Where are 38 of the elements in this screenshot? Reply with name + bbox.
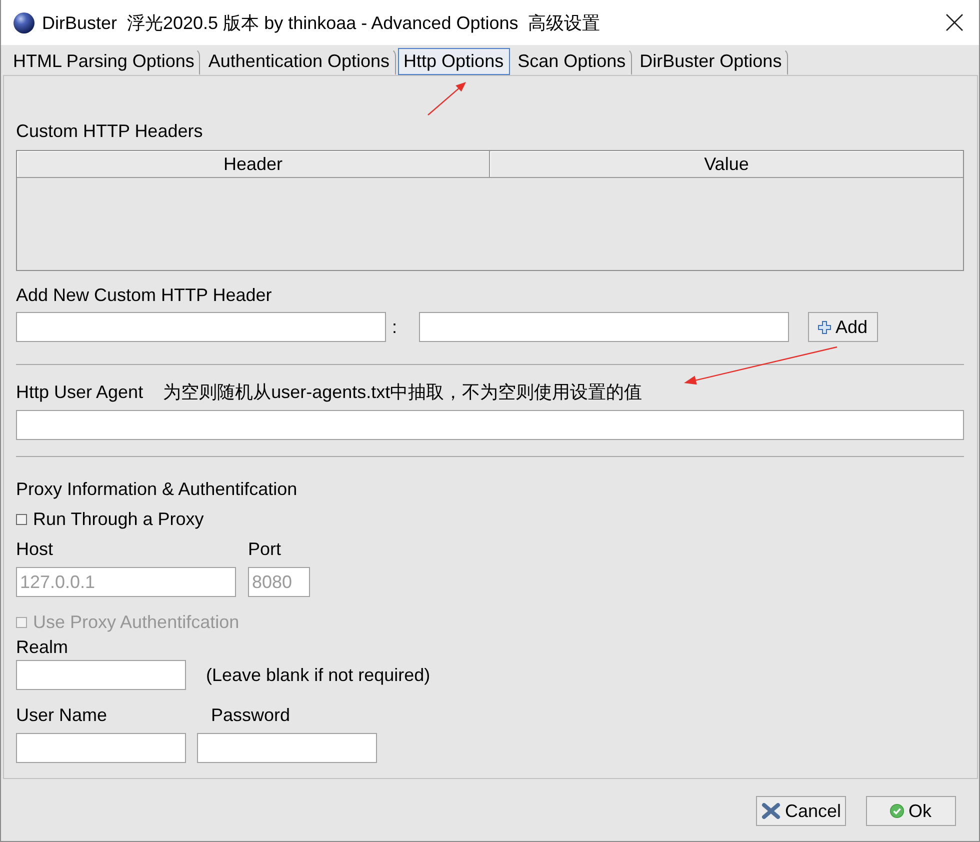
password-field[interactable] [197,733,377,763]
tab[interactable]: Http Options [398,48,510,75]
user-agent-label: Http User Agent [16,381,144,403]
cancel-button[interactable]: Cancel [756,796,846,826]
check-circle-icon [890,804,904,818]
port-label: Port [248,538,282,560]
section-title: Custom HTTP Headers [16,120,204,142]
checkbox-label: Run Through a Proxy [33,508,204,530]
user-agent-hint: 为空则随机从user-agents.txt中抽取，不为空则使用设置的值 [163,381,642,403]
password-label: Password [211,704,290,726]
column-header: Value [490,151,963,178]
host-label: Host [16,538,54,560]
header-name-field[interactable] [16,312,386,342]
user-agent-field[interactable] [16,410,964,440]
section-title: Proxy Information & Authentifcation [16,478,298,500]
user-name-field[interactable] [16,733,186,763]
realm-label: Realm [16,636,70,658]
add-button[interactable]: Add [808,312,878,342]
plus-icon [818,320,832,334]
ok-button[interactable]: Ok [866,796,956,826]
tab[interactable]: HTML Parsing Options [7,48,200,75]
globe-icon [13,12,35,34]
checkbox[interactable] [16,514,27,524]
close-icon[interactable] [946,14,963,31]
close-icon [760,803,781,819]
window-title: DirBuster 浮光2020.5 版本 by thinkoaa - Advanced Options 高级设置 [42,12,600,34]
annotation-arrow [428,82,466,116]
checkbox-label: Use Proxy Authentifcation [33,611,240,633]
tab[interactable]: Scan Options [512,48,632,75]
realm-hint: (Leave blank if not required) [206,664,430,686]
realm-field[interactable] [16,660,186,690]
tab[interactable]: DirBuster Options [634,48,788,75]
column-header: Header [17,151,490,178]
header-value-field[interactable] [419,312,789,342]
separator-label: : [391,316,398,338]
user-name-label: User Name [16,704,108,726]
tab[interactable]: Authentication Options [202,48,396,75]
section-title: Add New Custom HTTP Header [16,284,273,306]
